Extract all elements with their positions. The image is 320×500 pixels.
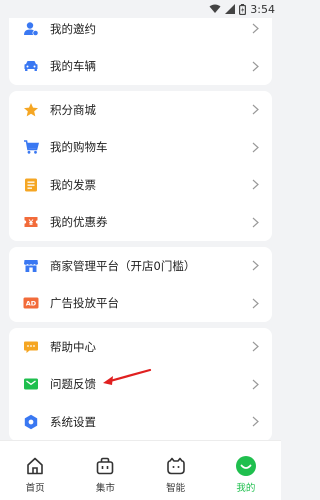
chevron-right-icon (250, 216, 260, 228)
tab-smart[interactable]: 智能 (146, 455, 206, 494)
ad-icon: AD (23, 295, 39, 311)
menu-item-points-mall[interactable]: 积分商城 (9, 91, 272, 129)
coupon-icon (23, 214, 39, 230)
menu-item-help-center[interactable]: 帮助中心 (9, 328, 272, 366)
menu-group-shopping: 积分商城 我的购物车 我的发票 我的优惠券 (9, 91, 272, 241)
menu-item-merchant-platform[interactable]: 商家管理平台（开店0门槛） (9, 247, 272, 285)
tab-mine[interactable]: 我的 (216, 455, 276, 494)
car-icon (23, 58, 39, 74)
chevron-right-icon (250, 141, 260, 153)
chevron-right-icon (250, 60, 260, 72)
menu-item-my-vehicles[interactable]: 我的车辆 (9, 48, 272, 86)
shop-icon (23, 258, 39, 274)
chevron-right-icon (250, 378, 260, 390)
tab-market[interactable]: 集市 (75, 455, 135, 494)
menu-group-business: 商家管理平台（开店0门槛） AD 广告投放平台 (9, 247, 272, 322)
menu-group-account: 我的邀约 我的车辆 (9, 18, 272, 85)
menu-item-shopping-cart[interactable]: 我的购物车 (9, 129, 272, 167)
menu-item-label: 我的邀约 (50, 21, 96, 36)
chevron-right-icon (250, 260, 260, 272)
chevron-right-icon (250, 23, 260, 35)
person-invite-icon (23, 21, 39, 37)
feedback-mail-icon (23, 376, 39, 392)
menu-item-feedback[interactable]: 问题反馈 (9, 366, 272, 404)
menu-scroll-area[interactable]: 我的邀约 我的车辆 积分商城 我的购物车 我的发票 我的优惠券 商家管理平台（开… (0, 18, 281, 440)
menu-item-label: 帮助中心 (50, 339, 96, 354)
menu-item-my-coupons[interactable]: 我的优惠券 (9, 204, 272, 242)
menu-item-label: 商家管理平台（开店0门槛） (50, 258, 196, 273)
tab-label: 集市 (95, 483, 115, 494)
chevron-right-icon (250, 297, 260, 309)
menu-item-label: 问题反馈 (50, 377, 96, 392)
status-bar: 3:54 (0, 0, 281, 18)
shopping-cart-icon (23, 139, 39, 155)
chat-bubble-icon (23, 339, 39, 355)
star-icon (23, 102, 39, 118)
profile-icon (235, 455, 257, 477)
settings-gear-icon (23, 414, 39, 430)
bottom-tab-bar: 首页 集市 智能 我的 (0, 440, 281, 500)
tab-label: 智能 (166, 483, 186, 494)
signal-icon (225, 4, 236, 14)
menu-item-label: 我的车辆 (50, 59, 96, 74)
invoice-icon (23, 177, 39, 193)
chevron-right-icon (250, 179, 260, 191)
home-icon (24, 455, 46, 477)
menu-item-label: 广告投放平台 (50, 296, 119, 311)
ad-badge-text: AD (26, 300, 37, 308)
menu-item-label: 我的发票 (50, 177, 96, 192)
tab-label: 我的 (236, 483, 256, 494)
robot-icon (165, 455, 187, 477)
menu-item-ad-platform[interactable]: AD 广告投放平台 (9, 285, 272, 323)
menu-item-label: 系统设置 (50, 414, 96, 429)
menu-item-system-settings[interactable]: 系统设置 (9, 403, 272, 440)
menu-item-my-invitations[interactable]: 我的邀约 (9, 18, 272, 48)
tab-label: 首页 (25, 483, 45, 494)
chevron-right-icon (250, 104, 260, 116)
menu-group-support: 帮助中心 问题反馈 系统设置 (9, 328, 272, 440)
menu-item-label: 我的优惠券 (50, 215, 108, 230)
status-time: 3:54 (250, 2, 275, 16)
battery-icon (239, 3, 247, 15)
menu-item-label: 我的购物车 (50, 140, 108, 155)
wifi-icon (209, 4, 221, 14)
menu-item-my-invoices[interactable]: 我的发票 (9, 166, 272, 204)
tab-home[interactable]: 首页 (5, 455, 65, 494)
chevron-right-icon (250, 416, 260, 428)
basket-icon (94, 455, 116, 477)
menu-item-label: 积分商城 (50, 102, 96, 117)
chevron-right-icon (250, 341, 260, 353)
